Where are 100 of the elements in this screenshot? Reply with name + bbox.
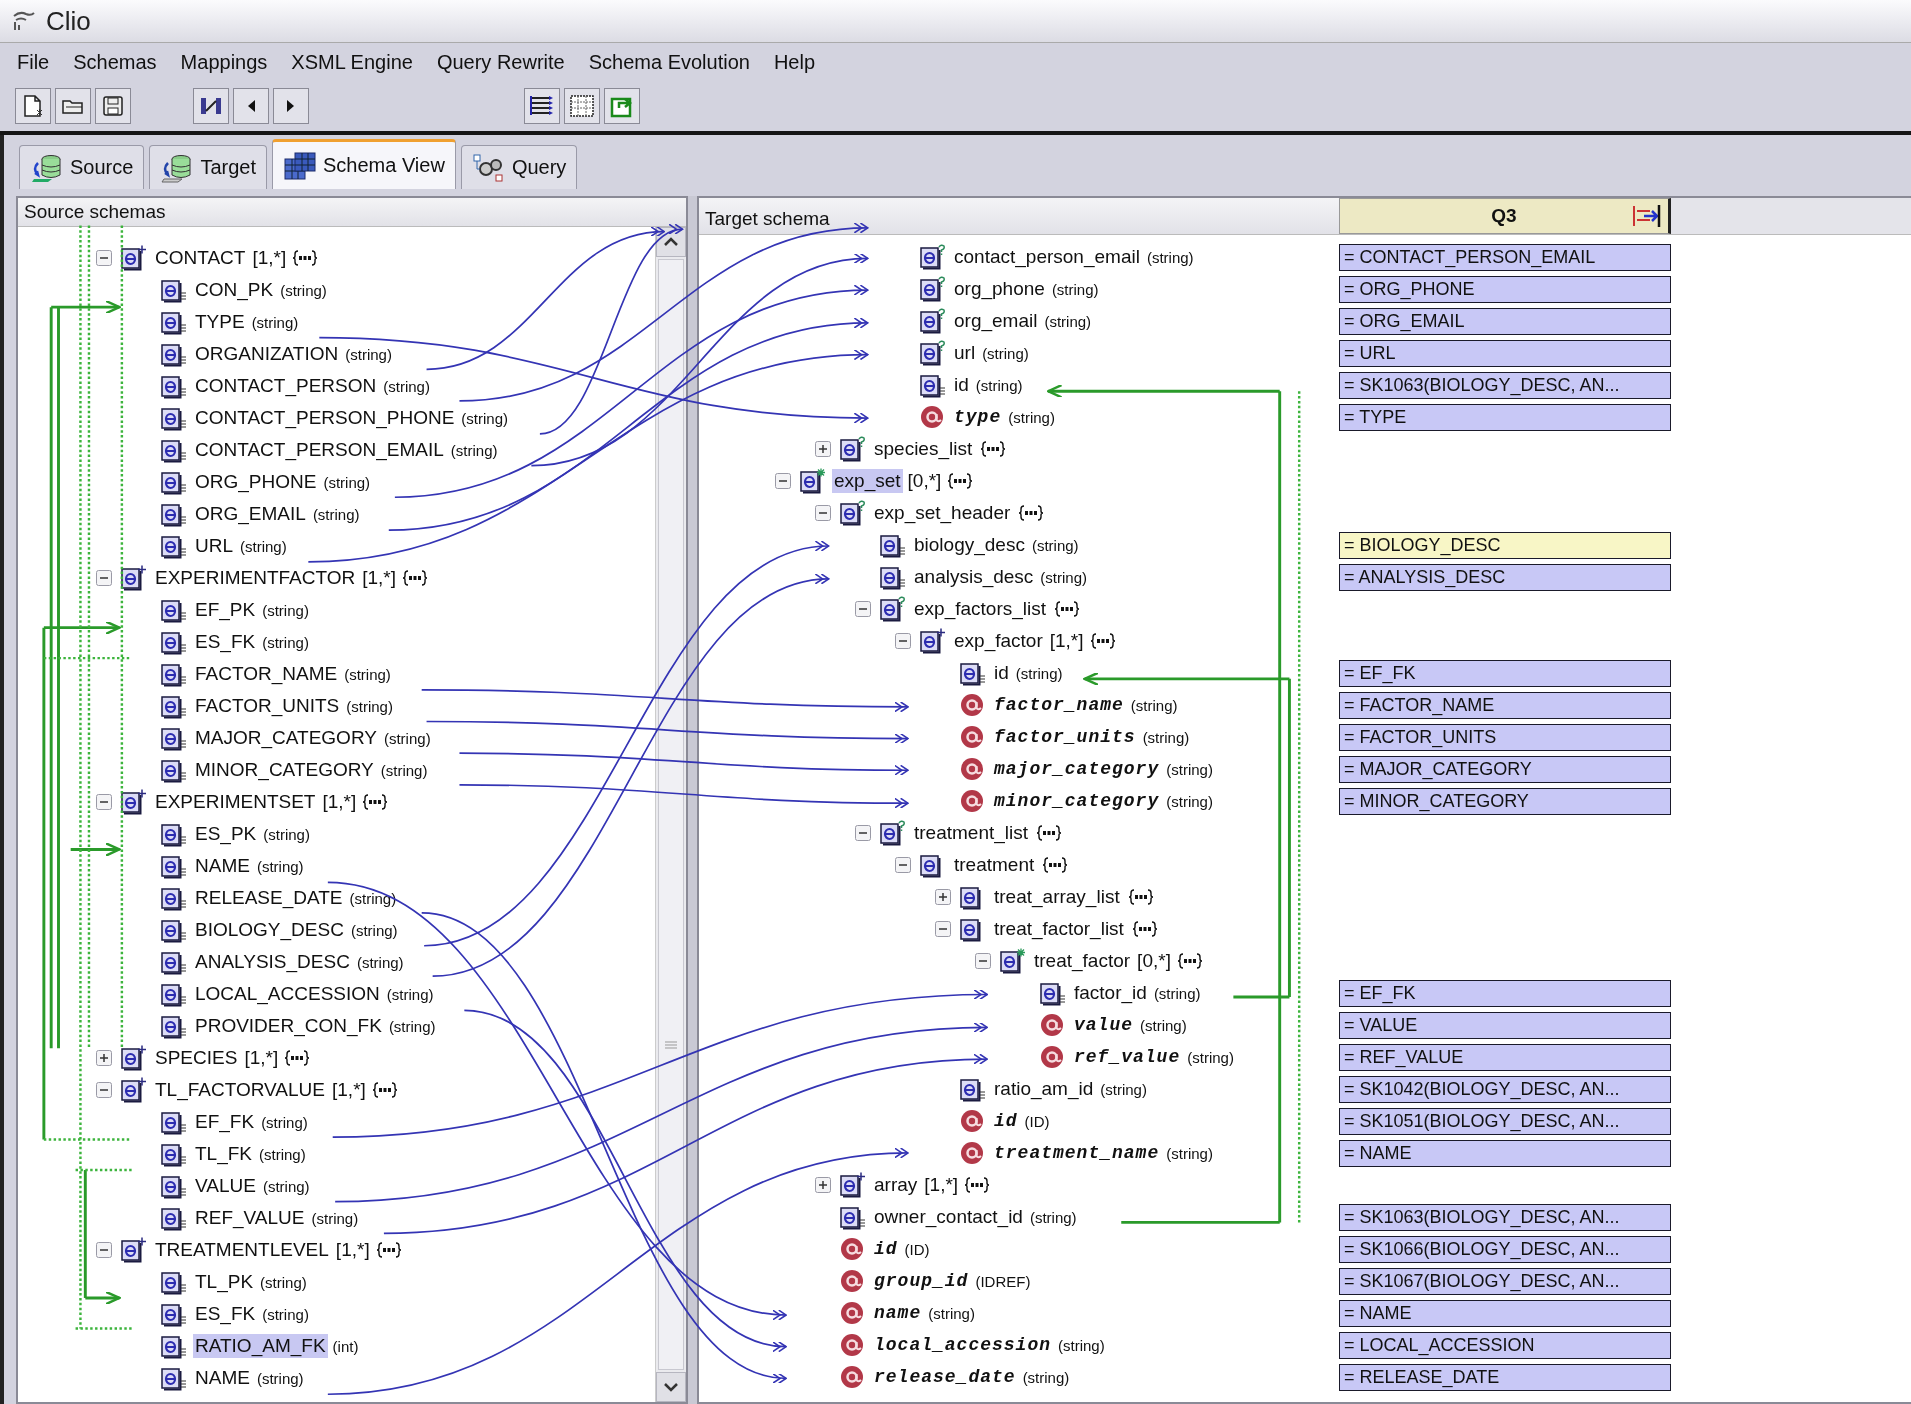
- mapping-cell[interactable]: = URL: [1339, 339, 1671, 367]
- mapping-cell[interactable]: = SK1063(BIOLOGY_DESC, AN...: [1339, 1203, 1671, 1231]
- node-label[interactable]: TL_PK: [193, 1270, 256, 1294]
- node-label[interactable]: major_category: [992, 758, 1162, 780]
- mapping-cell[interactable]: = TYPE: [1339, 403, 1671, 431]
- collapse-toggle[interactable]: [96, 794, 112, 810]
- node-label[interactable]: FACTOR_UNITS: [193, 694, 342, 718]
- node-label[interactable]: REF_VALUE: [193, 1206, 307, 1230]
- scrollbar[interactable]: [655, 227, 686, 1402]
- new-file-button[interactable]: [15, 88, 51, 124]
- node-label[interactable]: RATIO_AM_FK: [193, 1334, 328, 1358]
- node-label[interactable]: RELEASE_DATE: [193, 886, 345, 910]
- node-label[interactable]: CONTACT_PERSON_EMAIL: [193, 438, 446, 462]
- node-label[interactable]: BIOLOGY_DESC: [193, 918, 346, 942]
- menu-item[interactable]: Mappings: [170, 46, 278, 78]
- grid-button[interactable]: [564, 88, 600, 124]
- expand-toggle[interactable]: [96, 1050, 112, 1066]
- node-label[interactable]: owner_contact_id: [872, 1205, 1025, 1229]
- mapping-cell[interactable]: = MAJOR_CATEGORY: [1339, 755, 1671, 783]
- save-button[interactable]: [95, 88, 131, 124]
- node-label[interactable]: treat_factor_list: [992, 917, 1126, 941]
- menu-item[interactable]: Schema Evolution: [578, 46, 760, 78]
- node-label[interactable]: treat_factor: [1032, 949, 1133, 973]
- node-label[interactable]: MINOR_CATEGORY: [193, 758, 376, 782]
- node-label[interactable]: exp_set_header: [872, 501, 1013, 525]
- node-label[interactable]: CONTACT_PERSON_PHONE: [193, 406, 457, 430]
- node-label[interactable]: local_accession: [872, 1334, 1054, 1356]
- node-label[interactable]: EF_FK: [193, 1110, 257, 1134]
- node-label[interactable]: org_email: [952, 309, 1040, 333]
- node-label[interactable]: NAME: [193, 1366, 252, 1390]
- mapping-cell[interactable]: = VALUE: [1339, 1011, 1671, 1039]
- mapping-cell[interactable]: = SK1066(BIOLOGY_DESC, AN...: [1339, 1235, 1671, 1263]
- node-label[interactable]: treatment: [952, 853, 1037, 877]
- collapse-toggle[interactable]: [96, 570, 112, 586]
- tab[interactable]: Schema View: [271, 139, 456, 189]
- node-label[interactable]: species_list: [872, 437, 975, 461]
- node-label[interactable]: TREATMENTLEVEL: [153, 1238, 331, 1262]
- node-label[interactable]: CON_PK: [193, 278, 276, 302]
- node-label[interactable]: factor_units: [992, 726, 1138, 748]
- open-button[interactable]: [55, 88, 91, 124]
- node-label[interactable]: contact_person_email: [952, 245, 1142, 269]
- node-label[interactable]: minor_category: [992, 790, 1162, 812]
- collapse-toggle[interactable]: [96, 1082, 112, 1098]
- mapping-cell[interactable]: = NAME: [1339, 1299, 1671, 1327]
- mapping-cell[interactable]: = BIOLOGY_DESC: [1339, 531, 1671, 559]
- collapse-toggle[interactable]: [895, 857, 911, 873]
- node-label[interactable]: CONTACT: [153, 246, 248, 270]
- mapping-cell[interactable]: = NAME: [1339, 1139, 1671, 1167]
- node-label[interactable]: exp_factors_list: [912, 597, 1048, 621]
- mapping-cell[interactable]: = SK1067(BIOLOGY_DESC, AN...: [1339, 1267, 1671, 1295]
- node-label[interactable]: ES_PK: [193, 822, 259, 846]
- node-label[interactable]: ANALYSIS_DESC: [193, 950, 352, 974]
- back-button[interactable]: [233, 88, 269, 124]
- node-label[interactable]: id: [872, 1238, 900, 1260]
- node-label[interactable]: PROVIDER_CON_FK: [193, 1014, 384, 1038]
- node-label[interactable]: factor_name: [992, 694, 1126, 716]
- mapping-cell[interactable]: = LOCAL_ACCESSION: [1339, 1331, 1671, 1359]
- expand-toggle[interactable]: [935, 889, 951, 905]
- node-label[interactable]: ES_FK: [193, 1302, 258, 1326]
- node-label[interactable]: url: [952, 341, 978, 365]
- mapping-cell[interactable]: = SK1042(BIOLOGY_DESC, AN...: [1339, 1075, 1671, 1103]
- node-label[interactable]: ORG_PHONE: [193, 470, 319, 494]
- menu-item[interactable]: Help: [763, 46, 826, 78]
- menu-item[interactable]: Schemas: [63, 46, 167, 78]
- node-label[interactable]: org_phone: [952, 277, 1047, 301]
- node-label[interactable]: id: [992, 661, 1011, 685]
- mapping-cell[interactable]: = SK1051(BIOLOGY_DESC, AN...: [1339, 1107, 1671, 1135]
- node-label[interactable]: FACTOR_NAME: [193, 662, 340, 686]
- node-label[interactable]: EXPERIMENTSET: [153, 790, 318, 814]
- node-label[interactable]: name: [872, 1302, 924, 1324]
- scroll-thumb[interactable]: [658, 259, 684, 1370]
- node-label[interactable]: treatment_name: [992, 1142, 1162, 1164]
- mapping-cell[interactable]: = ORG_PHONE: [1339, 275, 1671, 303]
- mapping-cell[interactable]: = ANALYSIS_DESC: [1339, 563, 1671, 591]
- arrows-icon[interactable]: [1632, 203, 1662, 229]
- mapping-cell[interactable]: = REF_VALUE: [1339, 1043, 1671, 1071]
- collapse-toggle[interactable]: [935, 921, 951, 937]
- node-label[interactable]: TL_FACTORVALUE: [153, 1078, 327, 1102]
- node-label[interactable]: ORG_EMAIL: [193, 502, 308, 526]
- node-label[interactable]: ref_value: [1072, 1046, 1183, 1068]
- node-label[interactable]: id: [952, 373, 971, 397]
- node-label[interactable]: TL_FK: [193, 1142, 255, 1166]
- node-label[interactable]: treatment_list: [912, 821, 1031, 845]
- node-label[interactable]: biology_desc: [912, 533, 1027, 557]
- node-label[interactable]: URL: [193, 534, 235, 558]
- tab[interactable]: Target: [149, 145, 267, 189]
- node-label[interactable]: type: [952, 406, 1004, 428]
- list-button[interactable]: [524, 88, 560, 124]
- node-label[interactable]: EXPERIMENTFACTOR: [153, 566, 358, 590]
- node-label[interactable]: ES_FK: [193, 630, 258, 654]
- mapping-cell[interactable]: = EF_FK: [1339, 979, 1671, 1007]
- collapse-toggle[interactable]: [975, 953, 991, 969]
- node-label[interactable]: factor_id: [1072, 981, 1149, 1005]
- collapse-toggle[interactable]: [775, 473, 791, 489]
- refresh-button[interactable]: [604, 88, 640, 124]
- collapse-toggle[interactable]: [815, 505, 831, 521]
- node-label[interactable]: TYPE: [193, 310, 247, 334]
- forward-button[interactable]: [273, 88, 309, 124]
- tab[interactable]: Source: [19, 145, 145, 189]
- tab[interactable]: Query: [460, 145, 578, 189]
